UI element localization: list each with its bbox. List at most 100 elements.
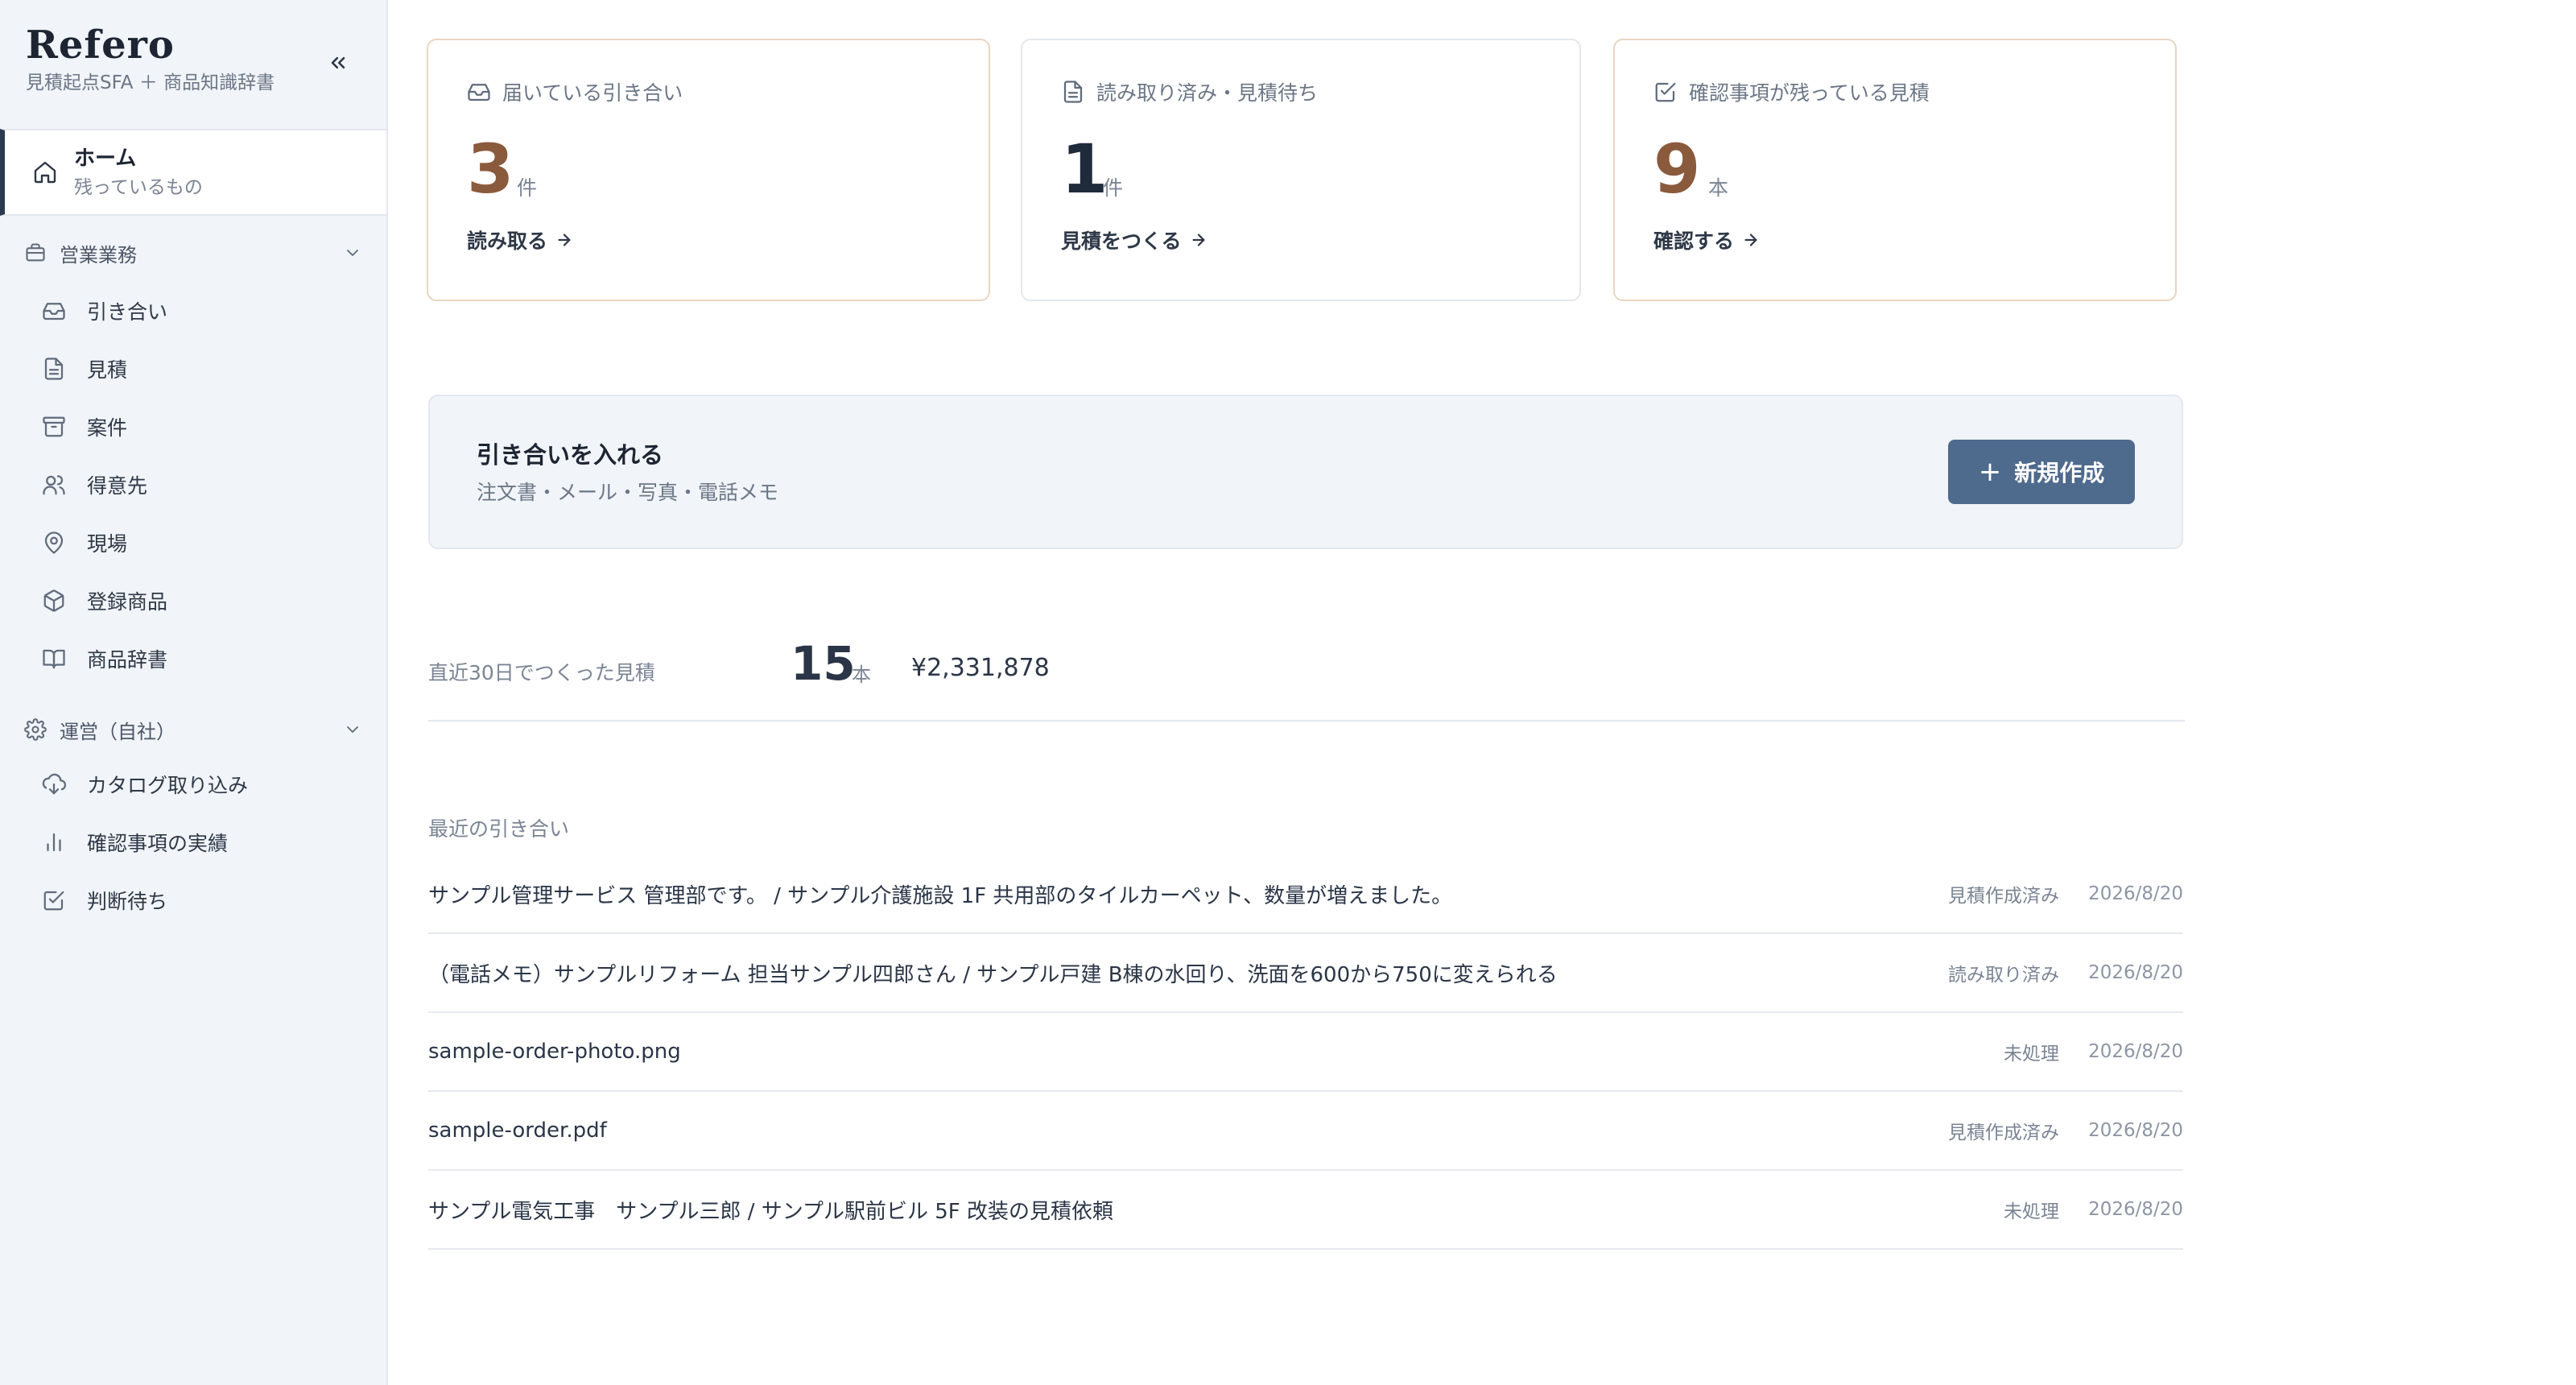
sidebar-item-label: カタログ取り込み (87, 774, 249, 797)
archive-icon (43, 416, 65, 437)
inquiry-title: サンプル管理サービス 管理部です。 / サンプル介護施設 1F 共用部のタイルカ… (428, 883, 1453, 908)
document-icon (1063, 81, 1083, 103)
card-link-confirm[interactable]: 確認する (1653, 225, 1760, 254)
bar-chart-icon (47, 833, 61, 852)
card-unresolved-checks: 確認事項が残っている見積 9 本 確認する (1613, 39, 2177, 301)
sidebar-item-pending-decisions[interactable]: 判断待ち (42, 879, 364, 921)
sidebar-item-sites[interactable]: 現場 (42, 522, 364, 564)
card-label: 読み取り済み・見積待ち (1096, 81, 1319, 105)
inbox-icon (43, 303, 65, 320)
package-icon (43, 589, 64, 612)
card-link-read[interactable]: 読み取る (467, 225, 573, 254)
card-unit: 件 (517, 176, 538, 200)
quotes-30d-amount: ¥2,331,878 (911, 654, 1050, 682)
arrow-right-icon (1191, 234, 1205, 246)
cloud-download-icon (42, 773, 66, 795)
card-incoming-inquiries: 届いている引き合い 3 件 読み取る (427, 39, 990, 301)
sidebar-item-customers[interactable]: 得意先 (42, 464, 364, 506)
card-unit: 件 (1103, 176, 1124, 200)
card-awaiting-quote: 読み取り済み・見積待ち 1 件 見積をつくる (1021, 39, 1581, 301)
sidebar-item-deals[interactable]: 案件 (42, 406, 364, 448)
sidebar-item-label: 判断待ち (87, 890, 168, 913)
inquiry-status: 見積作成済み (1948, 1122, 2059, 1143)
card-value: 1 (1061, 130, 1108, 209)
chevrons-left-icon (331, 56, 345, 69)
inquiry-title: （電話メモ）サンプルリフォーム 担当サンプル四郎さん / サンプル戸建 B棟の水… (428, 962, 1558, 987)
inquiry-intake-panel: 引き合いを入れる 注文書・メール・写真・電話メモ + 新規作成 (428, 395, 2183, 549)
brand-logo[interactable]: Refero (26, 23, 275, 68)
card-link-create-quote[interactable]: 見積をつくる (1061, 225, 1208, 254)
inquiry-date: 2026/8/20 (2088, 883, 2183, 904)
quotes-30d-unit: 本 (852, 664, 871, 686)
quotes-30d-count: 15 (791, 636, 856, 691)
card-link-label: 見積をつくる (1061, 229, 1182, 253)
sidebar-section-sales[interactable]: 営業業務 (24, 235, 362, 271)
inquiry-status: 見積作成済み (1948, 886, 2059, 907)
sidebar-item-label: 得意先 (87, 474, 148, 498)
divider (428, 720, 2185, 721)
list-item[interactable]: sample-order.pdf 見積作成済み 2026/8/20 (428, 1092, 2183, 1171)
sidebar-item-home[interactable]: ホーム 残っているもの (0, 129, 386, 216)
sidebar-item-dictionary[interactable]: 商品辞書 (42, 638, 364, 680)
inquiry-date: 2026/8/20 (2088, 1199, 2183, 1220)
sidebar-item-quotes[interactable]: 見積 (42, 348, 364, 390)
sidebar-item-label: 現場 (87, 532, 128, 556)
inquiry-date: 2026/8/20 (2088, 1120, 2183, 1141)
plus-icon: + (1978, 456, 2002, 488)
sidebar-item-label: ホーム (74, 147, 137, 171)
brand: Refero 見積起点SFA ＋ 商品知識辞書 (26, 23, 275, 95)
book-icon (43, 649, 65, 669)
sidebar-item-check-results[interactable]: 確認事項の実績 (42, 821, 364, 863)
sidebar-item-sublabel: 残っているもの (74, 177, 203, 198)
inquiry-status: 読み取り済み (1948, 965, 2059, 986)
card-header: 確認事項が残っている見積 (1653, 77, 1930, 106)
card-label: 確認事項が残っている見積 (1689, 81, 1930, 105)
sidebar-item-catalog-import[interactable]: カタログ取り込み (42, 763, 364, 805)
recent-inquiries-list: サンプル管理サービス 管理部です。 / サンプル介護施設 1F 共用部のタイルカ… (428, 855, 2183, 1250)
inbox-icon (468, 84, 490, 101)
inquiry-title: sample-order.pdf (428, 1118, 607, 1143)
quotes-30d-label: 直近30日でつくった見積 (428, 661, 655, 684)
collapse-sidebar-button[interactable] (322, 47, 354, 79)
intake-subtitle: 注文書・メール・写真・電話メモ (477, 481, 779, 504)
card-header: 届いている引き合い (467, 77, 683, 106)
check-square-icon (43, 891, 64, 911)
sidebar-item-inquiries[interactable]: 引き合い (42, 290, 364, 332)
chevron-down-icon (347, 250, 358, 256)
sidebar-section-operations[interactable]: 運営（自社） (24, 712, 362, 747)
sidebar-item-label: 案件 (87, 416, 128, 440)
check-square-icon (1655, 82, 1676, 102)
button-label: 新規作成 (2014, 460, 2105, 486)
brand-tagline: 見積起点SFA ＋ 商品知識辞書 (26, 72, 275, 93)
list-item[interactable]: （電話メモ）サンプルリフォーム 担当サンプル四郎さん / サンプル戸建 B棟の水… (428, 934, 2183, 1013)
card-unit: 本 (1708, 176, 1729, 200)
sidebar: Refero 見積起点SFA ＋ 商品知識辞書 ホーム 残っているもの 営業業務… (0, 0, 388, 1385)
home-icon (34, 161, 56, 184)
sidebar-item-label: 見積 (87, 358, 128, 382)
briefcase-icon (26, 243, 45, 262)
sidebar-item-label: 引き合い (87, 300, 168, 324)
list-item[interactable]: サンプル管理サービス 管理部です。 / サンプル介護施設 1F 共用部のタイルカ… (428, 855, 2183, 934)
inquiry-title: sample-order-photo.png (428, 1040, 681, 1064)
inquiry-date: 2026/8/20 (2088, 962, 2183, 983)
card-link-label: 確認する (1653, 229, 1735, 253)
map-pin-icon (44, 531, 64, 554)
sidebar-item-label: 登録商品 (87, 590, 168, 614)
arrow-right-icon (1744, 234, 1757, 246)
recent-inquiries-heading: 最近の引き合い (428, 817, 570, 841)
section-label: 営業業務 (60, 243, 137, 267)
document-icon (44, 358, 64, 380)
list-item[interactable]: sample-order-photo.png 未処理 2026/8/20 (428, 1013, 2183, 1092)
new-inquiry-button[interactable]: + 新規作成 (1948, 440, 2135, 504)
list-item[interactable]: サンプル電気工事 サンプル三郎 / サンプル駅前ビル 5F 改装の見積依頼 未処… (428, 1171, 2183, 1250)
card-link-label: 読み取る (467, 229, 548, 253)
inquiry-date: 2026/8/20 (2088, 1041, 2183, 1062)
sidebar-item-products[interactable]: 登録商品 (42, 580, 364, 622)
card-label: 届いている引き合い (502, 81, 683, 105)
intake-title: 引き合いを入れる (477, 441, 664, 469)
inquiry-status: 未処理 (2004, 1044, 2059, 1065)
card-value: 3 (467, 130, 514, 209)
sidebar-item-label: 商品辞書 (87, 648, 168, 672)
users-icon (43, 475, 65, 495)
arrow-right-icon (558, 234, 571, 246)
